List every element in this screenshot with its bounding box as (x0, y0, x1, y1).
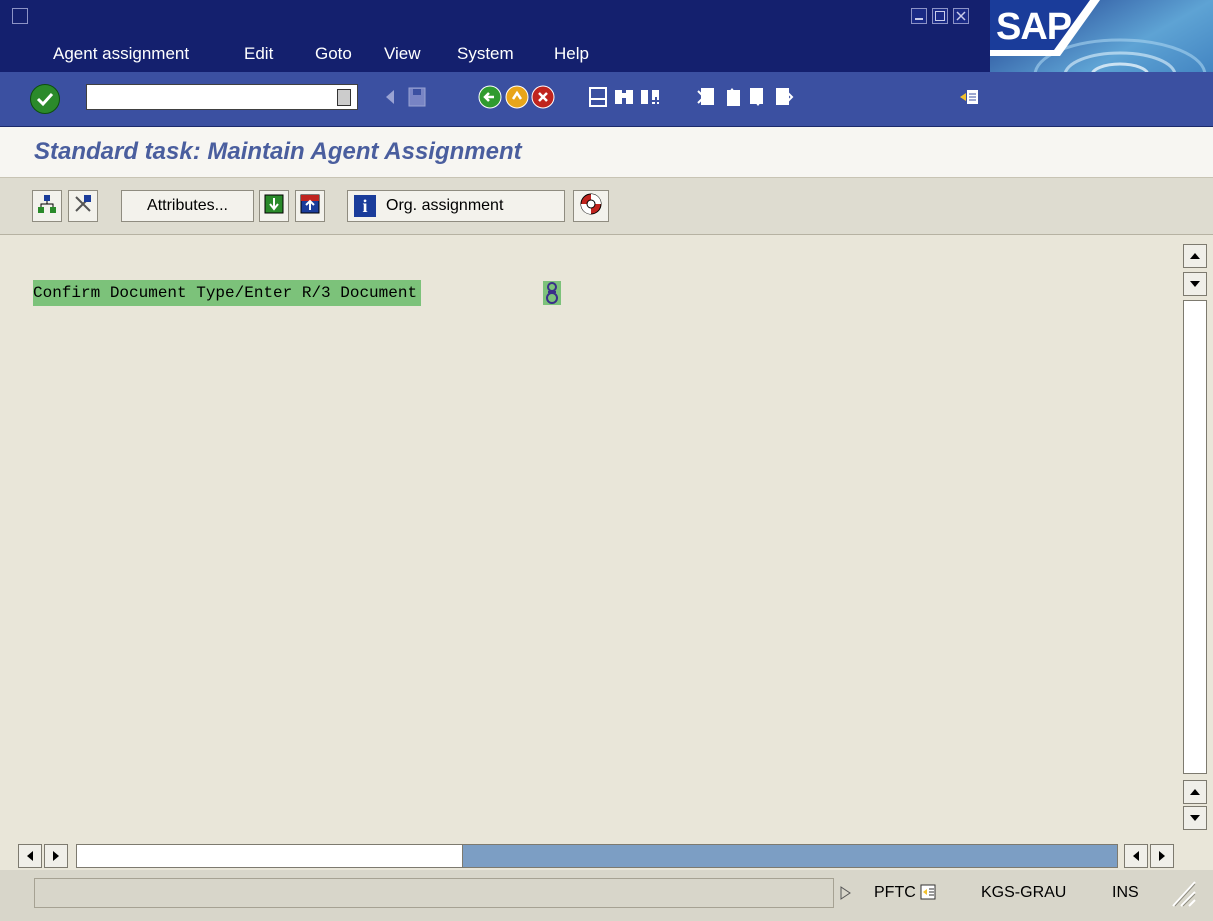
command-input[interactable] (91, 85, 325, 109)
delete-assignment-icon (72, 193, 94, 220)
status-message (34, 878, 834, 908)
scroll-left-button[interactable] (18, 844, 42, 868)
collapse-button[interactable] (295, 190, 325, 222)
org-structure-button[interactable] (32, 190, 62, 222)
menu-label: View (384, 44, 421, 63)
session-info-icon[interactable] (920, 884, 936, 900)
scroll-thumb[interactable] (76, 844, 463, 868)
first-page-icon[interactable] (694, 85, 718, 109)
menu-label: Goto (315, 44, 352, 63)
cancel-icon[interactable] (531, 85, 555, 109)
menu-edit[interactable]: Edit (244, 44, 273, 64)
command-history-icon[interactable] (337, 89, 351, 106)
close-icon[interactable] (953, 8, 969, 24)
help-button[interactable] (573, 190, 609, 222)
horizontal-scrollbar[interactable] (0, 840, 1213, 870)
menu-label: Agent assignment (53, 44, 190, 63)
scroll-down-button[interactable] (1183, 806, 1207, 830)
insert-mode-field: INS (1112, 884, 1139, 901)
org-assignment-label: Org. assignment (386, 197, 504, 214)
minimize-icon[interactable] (911, 8, 927, 24)
menu-goto[interactable]: Goto (315, 44, 352, 64)
scroll-down-button[interactable] (1183, 272, 1207, 296)
scroll-up-button[interactable] (1183, 780, 1207, 804)
org-structure-icon (36, 193, 58, 220)
next-page-icon[interactable] (746, 85, 770, 109)
scroll-left-button[interactable] (1124, 844, 1148, 868)
menu-label: System (457, 44, 514, 63)
command-field[interactable] (86, 84, 358, 110)
maximize-icon[interactable] (932, 8, 948, 24)
agent-assignment-icon[interactable] (543, 281, 561, 305)
collapse-icon (299, 193, 321, 220)
system-menu-icon[interactable] (12, 8, 28, 24)
find-icon[interactable] (612, 85, 636, 109)
expand-status-icon[interactable] (838, 886, 852, 903)
find-next-icon[interactable] (638, 85, 662, 109)
menu-system[interactable]: System (457, 44, 514, 64)
save-icon[interactable] (405, 85, 429, 109)
last-page-icon[interactable] (772, 85, 796, 109)
menu-help[interactable]: Help (554, 44, 589, 64)
tree-node-label[interactable]: Confirm Document Type/Enter R/3 Document (33, 280, 422, 306)
delete-assignment-button[interactable] (68, 190, 98, 222)
enter-icon[interactable] (30, 84, 60, 114)
scroll-right-button[interactable] (1150, 844, 1174, 868)
page-title: Standard task: Maintain Agent Assignment (34, 138, 522, 165)
sap-logo-text: SAP (996, 6, 1072, 48)
menu-view[interactable]: View (384, 44, 421, 64)
menu-label: Help (554, 44, 589, 63)
previous-page-icon[interactable] (720, 85, 744, 109)
attributes-button[interactable]: Attributes... (121, 190, 254, 222)
menu-agent-assignment[interactable]: Agent assignment (53, 44, 189, 64)
back-icon[interactable] (478, 85, 502, 109)
tree-area (0, 236, 1180, 841)
expand-icon (263, 193, 285, 220)
scroll-thumb[interactable] (1183, 300, 1207, 774)
system-field: KGS-GRAU (981, 884, 1067, 901)
vertical-scrollbar[interactable] (1180, 240, 1213, 840)
menu-bar: Agent assignment Edit Goto View System H… (0, 0, 1213, 126)
back-arrow-small-icon[interactable] (378, 85, 402, 109)
attributes-label: Attributes... (147, 197, 228, 214)
exit-icon[interactable] (505, 85, 529, 109)
create-session-icon[interactable] (957, 85, 981, 109)
help-lifebuoy-icon (579, 192, 603, 221)
print-icon[interactable] (586, 85, 610, 109)
menu-label: Edit (244, 44, 274, 63)
info-icon: i (354, 195, 376, 217)
transaction-field: PFTC (874, 884, 916, 901)
scroll-right-button[interactable] (44, 844, 68, 868)
org-assignment-button[interactable]: i Org. assignment (347, 190, 565, 222)
expand-button[interactable] (259, 190, 289, 222)
scroll-up-button[interactable] (1183, 244, 1207, 268)
resize-grip-icon[interactable] (1169, 878, 1197, 908)
